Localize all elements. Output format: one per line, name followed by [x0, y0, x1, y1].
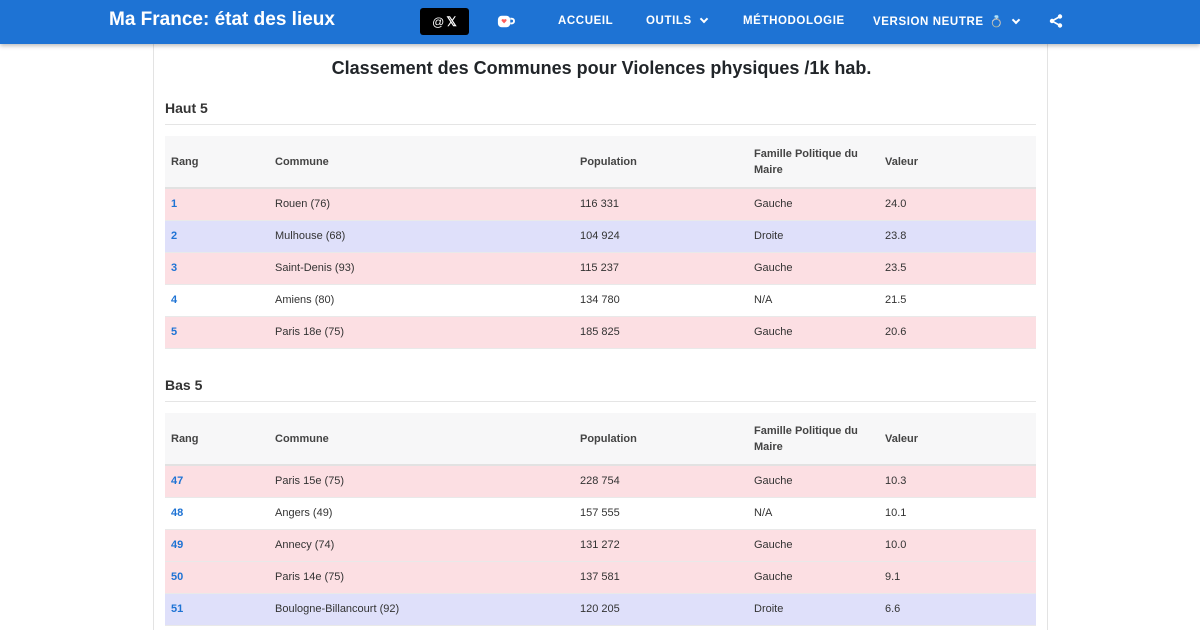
- valeur-cell: 6.6: [879, 593, 1036, 626]
- commune-cell: Annecy (74): [269, 529, 574, 562]
- table-row: 49 Annecy (74) 131 272 Gauche 10.0: [165, 529, 1036, 562]
- page-title: Classement des Communes pour Violences p…: [331, 58, 872, 78]
- commune-cell: Mulhouse (68): [269, 220, 574, 253]
- valeur-cell: 10.0: [879, 529, 1036, 562]
- famille-cell: Droite: [748, 220, 879, 253]
- table-row: 3 Saint-Denis (93) 115 237 Gauche 23.5: [165, 252, 1036, 285]
- rank-link[interactable]: 47: [165, 465, 269, 498]
- commune-cell: Angers (49): [269, 497, 574, 530]
- x-at-sign: @: [432, 14, 445, 29]
- rank-link[interactable]: 1: [165, 188, 269, 221]
- table-row: 5 Paris 18e (75) 185 825 Gauche 20.6: [165, 316, 1036, 349]
- commune-cell: Paris 15e (75): [269, 465, 574, 498]
- famille-cell: Gauche: [748, 465, 879, 498]
- population-cell: 120 205: [574, 593, 748, 626]
- famille-cell: Gauche: [748, 561, 879, 594]
- top-navbar: Ma France: état des lieux @ 𝕏 ACCUEIL OU…: [0, 0, 1200, 44]
- ranking-table-bottom: Rang Commune Population Famille Politiqu…: [165, 413, 1036, 626]
- valeur-cell: 10.3: [879, 465, 1036, 498]
- table-row: 50 Paris 14e (75) 137 581 Gauche 9.1: [165, 561, 1036, 594]
- famille-cell: Gauche: [748, 252, 879, 285]
- population-cell: 185 825: [574, 316, 748, 349]
- section-divider: [165, 401, 1036, 402]
- population-cell: 134 780: [574, 284, 748, 317]
- section-title-top: Haut 5: [165, 100, 208, 116]
- rank-link[interactable]: 49: [165, 529, 269, 562]
- valeur-cell: 20.6: [879, 316, 1036, 349]
- chevron-down-icon: [1011, 15, 1021, 24]
- table-row: 1 Rouen (76) 116 331 Gauche 24.0: [165, 188, 1036, 221]
- valeur-cell: 10.1: [879, 497, 1036, 530]
- commune-cell: Saint-Denis (93): [269, 252, 574, 285]
- column-header-population[interactable]: Population: [574, 413, 748, 465]
- nav-version-dropdown[interactable]: VERSION NEUTRE 💍: [873, 15, 1021, 28]
- population-cell: 116 331: [574, 188, 748, 221]
- valeur-cell: 24.0: [879, 188, 1036, 221]
- column-header-valeur[interactable]: Valeur: [879, 413, 1036, 465]
- section-title-bottom: Bas 5: [165, 377, 203, 393]
- population-cell: 131 272: [574, 529, 748, 562]
- table-row: 4 Amiens (80) 134 780 N/A 21.5: [165, 284, 1036, 317]
- rank-link[interactable]: 3: [165, 252, 269, 285]
- commune-cell: Paris 18e (75): [269, 316, 574, 349]
- column-header-rang[interactable]: Rang: [165, 136, 269, 188]
- rank-link[interactable]: 4: [165, 284, 269, 317]
- commune-cell: Amiens (80): [269, 284, 574, 317]
- table-row: 51 Boulogne-Billancourt (92) 120 205 Dro…: [165, 593, 1036, 626]
- famille-cell: Droite: [748, 593, 879, 626]
- famille-cell: Gauche: [748, 188, 879, 221]
- population-cell: 104 924: [574, 220, 748, 253]
- valeur-cell: 21.5: [879, 284, 1036, 317]
- column-header-rang[interactable]: Rang: [165, 413, 269, 465]
- population-cell: 137 581: [574, 561, 748, 594]
- table-header-row: Rang Commune Population Famille Politiqu…: [165, 413, 1036, 465]
- nav-accueil-label: ACCUEIL: [558, 15, 614, 27]
- main-content: Classement des Communes pour Violences p…: [153, 44, 1048, 630]
- famille-cell: N/A: [748, 284, 879, 317]
- rank-link[interactable]: 51: [165, 593, 269, 626]
- population-cell: 157 555: [574, 497, 748, 530]
- commune-cell: Paris 14e (75): [269, 561, 574, 594]
- rank-link[interactable]: 48: [165, 497, 269, 530]
- rank-link[interactable]: 2: [165, 220, 269, 253]
- rank-link[interactable]: 5: [165, 316, 269, 349]
- column-header-commune[interactable]: Commune: [269, 413, 574, 465]
- chevron-down-icon: [699, 14, 709, 24]
- column-header-population[interactable]: Population: [574, 136, 748, 188]
- rank-link[interactable]: 50: [165, 561, 269, 594]
- x-profile-button[interactable]: @ 𝕏: [420, 8, 469, 35]
- nav-accueil[interactable]: ACCUEIL: [558, 15, 613, 27]
- column-header-commune[interactable]: Commune: [269, 136, 574, 188]
- brand-title[interactable]: Ma France: état des lieux: [109, 9, 335, 31]
- famille-cell: Gauche: [748, 316, 879, 349]
- column-header-famille[interactable]: Famille Politique du Maire: [748, 136, 879, 188]
- section-divider: [165, 124, 1036, 125]
- table-row: 47 Paris 15e (75) 228 754 Gauche 10.3: [165, 465, 1036, 498]
- population-cell: 228 754: [574, 465, 748, 498]
- table-row: 48 Angers (49) 157 555 N/A 10.1: [165, 497, 1036, 530]
- x-logo-icon: 𝕏: [446, 13, 457, 29]
- ranking-table-top: Rang Commune Population Famille Politiqu…: [165, 136, 1036, 349]
- nav-outils-label: OUTILS: [646, 15, 692, 27]
- nav-methodologie-label: MÉTHODOLOGIE: [743, 15, 845, 27]
- commune-cell: Boulogne-Billancourt (92): [269, 593, 574, 626]
- valeur-cell: 23.5: [879, 252, 1036, 285]
- valeur-cell: 23.8: [879, 220, 1036, 253]
- table-header-row: Rang Commune Population Famille Politiqu…: [165, 136, 1036, 188]
- column-header-famille[interactable]: Famille Politique du Maire: [748, 413, 879, 465]
- nav-version-label: VERSION NEUTRE: [873, 15, 984, 28]
- nav-outils-dropdown[interactable]: OUTILS: [646, 14, 709, 27]
- column-header-valeur[interactable]: Valeur: [879, 136, 1036, 188]
- share-icon[interactable]: [1049, 14, 1063, 28]
- nav-methodologie[interactable]: MÉTHODOLOGIE: [743, 15, 845, 27]
- famille-cell: N/A: [748, 497, 879, 530]
- commune-cell: Rouen (76): [269, 188, 574, 221]
- ring-icon: 💍: [989, 16, 1004, 28]
- valeur-cell: 9.1: [879, 561, 1036, 594]
- population-cell: 115 237: [574, 252, 748, 285]
- famille-cell: Gauche: [748, 529, 879, 562]
- kofi-cup-icon[interactable]: [496, 12, 515, 31]
- table-row: 2 Mulhouse (68) 104 924 Droite 23.8: [165, 220, 1036, 253]
